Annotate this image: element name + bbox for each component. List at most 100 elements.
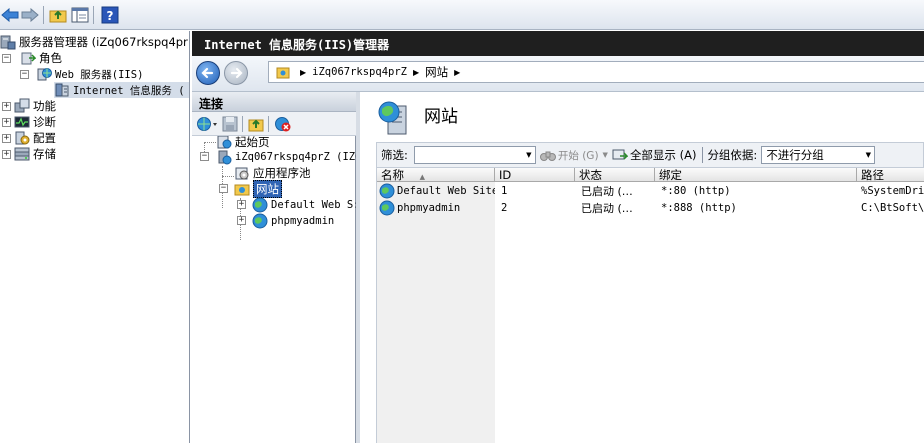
- tree-item-iis-manager[interactable]: Internet 信息服务 (: [54, 82, 189, 98]
- breadcrumb[interactable]: ▶ iZq067rkspq4prZ ▶ 网站 ▶: [268, 61, 924, 83]
- connections-toolbar: [192, 112, 356, 136]
- tree-item-configuration[interactable]: 配置: [14, 130, 56, 146]
- web-server-collapse-toggle[interactable]: −: [20, 70, 29, 79]
- filter-bar: 筛选: ▼ 开始 (G) ▼ 全部显示 (A) 分组依据: 不进行分组 ▼: [376, 142, 924, 168]
- iis-manager-pane: Internet 信息服务(IIS)管理器 ▶ iZq067rkspq4prZ …: [192, 31, 924, 443]
- iis-title-bar: Internet 信息服务(IIS)管理器: [192, 31, 924, 56]
- address-folder-icon: [275, 64, 291, 80]
- sites-header: 网站: [360, 92, 924, 142]
- forward-arrow-icon[interactable]: [20, 5, 40, 25]
- tree-item-server[interactable]: iZq067rkspq4prZ (IZQ: [216, 149, 356, 165]
- globe-icon: [379, 200, 395, 219]
- server-collapse-toggle[interactable]: −: [200, 152, 209, 161]
- column-header-binding[interactable]: 绑定: [655, 168, 857, 182]
- connections-panel: 连接 起始页 − iZq067rkspq4prZ (IZQ 应用程序池 − 网站…: [192, 92, 356, 443]
- tree-item-start-page[interactable]: 起始页: [216, 136, 270, 150]
- default-site-expand-toggle[interactable]: +: [237, 200, 246, 209]
- column-header-status[interactable]: 状态: [575, 168, 655, 182]
- server-manager-icon: [0, 34, 16, 50]
- back-arrow-icon[interactable]: [0, 5, 20, 25]
- tree-item-web-server[interactable]: Web 服务器(IIS): [36, 66, 143, 82]
- svg-text:?: ?: [107, 9, 114, 23]
- up-level-icon[interactable]: [248, 116, 264, 135]
- breadcrumb-arrow-icon[interactable]: ▶: [300, 68, 306, 77]
- storage-expand-toggle[interactable]: +: [2, 150, 11, 159]
- sites-content-pane: 网站 筛选: ▼ 开始 (G) ▼ 全部显示 (A) 分组依据: 不进行分组 ▼…: [360, 92, 924, 443]
- storage-icon: [14, 146, 30, 162]
- forward-nav-button[interactable]: [224, 61, 248, 85]
- save-icon[interactable]: [222, 116, 238, 135]
- iis-manager-icon: [54, 82, 70, 98]
- tree-item-features[interactable]: 功能: [14, 98, 56, 114]
- start-page-icon: [216, 136, 232, 150]
- chevron-down-icon: ▼: [602, 151, 608, 159]
- cell-binding: *:80 (http): [661, 185, 731, 197]
- page-title: 网站: [424, 107, 458, 127]
- cell-binding: *:888 (http): [661, 202, 737, 214]
- configuration-expand-toggle[interactable]: +: [2, 134, 11, 143]
- help-icon[interactable]: ?: [100, 5, 120, 25]
- sites-collapse-toggle[interactable]: −: [219, 184, 228, 193]
- up-folder-icon[interactable]: [48, 5, 68, 25]
- cell-name: phpmyadmin: [397, 202, 461, 214]
- column-header-path[interactable]: 路径: [857, 168, 924, 182]
- chevron-down-icon[interactable]: ▼: [523, 147, 535, 163]
- binoculars-icon: [539, 148, 556, 162]
- diagnostics-expand-toggle[interactable]: +: [2, 118, 11, 127]
- tree-item-app-pools[interactable]: 应用程序池: [234, 165, 311, 181]
- tree-item-storage[interactable]: 存储: [14, 146, 56, 162]
- cell-path: %SystemDriv: [861, 185, 924, 197]
- cell-status: 已启动 (…: [581, 202, 633, 215]
- connect-globe-icon[interactable]: [196, 116, 218, 135]
- tree-item-roles[interactable]: 角色: [20, 50, 62, 66]
- diagnostics-icon: [14, 114, 30, 130]
- configuration-icon: [14, 130, 30, 146]
- breadcrumb-arrow-icon[interactable]: ▶: [454, 68, 460, 77]
- roles-icon: [20, 50, 37, 66]
- cell-id: 2: [501, 202, 508, 214]
- phpmyadmin-expand-toggle[interactable]: +: [237, 216, 246, 225]
- cell-id: 1: [501, 185, 508, 197]
- start-filter-button[interactable]: 开始 (G) ▼: [539, 148, 608, 163]
- show-all-button[interactable]: 全部显示 (A): [612, 147, 696, 163]
- sites-table: 名称 ▲ ID 状态 绑定 路径 Default Web Site 1 已启动 …: [376, 168, 924, 443]
- sites-folder-icon: [234, 181, 250, 197]
- table-header: 名称 ▲ ID 状态 绑定 路径: [377, 168, 924, 182]
- connections-tree: 起始页 − iZq067rkspq4prZ (IZQ 应用程序池 − 网站 + …: [192, 136, 356, 443]
- sites-header-icon: [378, 100, 412, 139]
- roles-collapse-toggle[interactable]: −: [2, 54, 11, 63]
- show-all-icon: [612, 148, 628, 162]
- breadcrumb-arrow-icon[interactable]: ▶: [413, 68, 419, 77]
- sort-ascending-icon: ▲: [419, 173, 426, 181]
- connections-header: 连接: [192, 92, 356, 112]
- breadcrumb-server[interactable]: iZq067rkspq4prZ: [312, 66, 407, 78]
- web-server-icon: [36, 66, 52, 82]
- tree-item-default-web-site[interactable]: Default Web S:: [252, 197, 356, 213]
- globe-icon: [252, 197, 268, 213]
- filter-input[interactable]: ▼: [413, 146, 536, 164]
- tree-item-diagnostics[interactable]: 诊断: [14, 114, 56, 130]
- tree-root-server-manager[interactable]: 服务器管理器 (iZq067rkspq4pr: [0, 34, 188, 50]
- table-row[interactable]: phpmyadmin 2 已启动 (… *:888 (http) C:\BtSo…: [377, 200, 924, 217]
- column-header-name[interactable]: 名称 ▲: [377, 168, 495, 182]
- features-expand-toggle[interactable]: +: [2, 102, 11, 111]
- column-header-id[interactable]: ID: [495, 168, 575, 182]
- chevron-down-icon[interactable]: ▼: [862, 147, 874, 163]
- main-toolbar: ?: [0, 0, 924, 30]
- features-icon: [14, 98, 30, 114]
- tree-item-sites[interactable]: 网站: [234, 180, 282, 198]
- group-by-select[interactable]: 不进行分组 ▼: [761, 146, 876, 164]
- tree-item-phpmyadmin[interactable]: phpmyadmin: [252, 213, 334, 229]
- app-pools-icon: [234, 165, 250, 181]
- show-hide-tree-icon[interactable]: [70, 5, 90, 25]
- address-bar: ▶ iZq067rkspq4prZ ▶ 网站 ▶: [192, 56, 924, 92]
- cell-name: Default Web Site: [397, 185, 495, 197]
- server-manager-tree: 服务器管理器 (iZq067rkspq4pr − 角色 − Web 服务器(II…: [0, 31, 190, 443]
- breadcrumb-sites[interactable]: 网站: [425, 64, 448, 80]
- server-icon: [216, 149, 232, 165]
- cell-status: 已启动 (…: [581, 185, 633, 198]
- cell-path: C:\BtSoft\p: [861, 202, 924, 214]
- back-nav-button[interactable]: [196, 61, 220, 85]
- disconnect-icon[interactable]: [274, 116, 292, 135]
- table-row[interactable]: Default Web Site 1 已启动 (… *:80 (http) %S…: [377, 183, 924, 200]
